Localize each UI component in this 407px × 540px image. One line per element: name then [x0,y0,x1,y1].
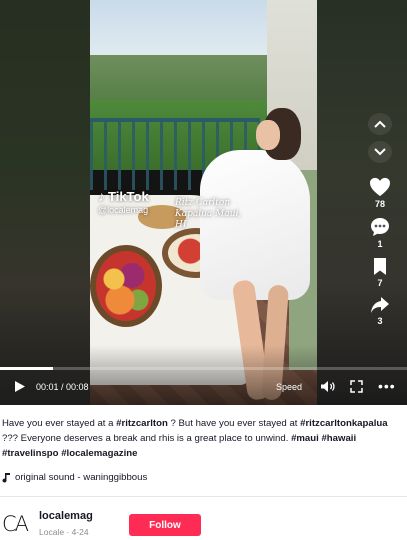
watermark-username: @localemag [98,205,149,215]
hashtag-link[interactable]: #ritzcarltonkapalua [300,418,387,429]
previous-video-button[interactable] [368,113,392,135]
like-button[interactable]: 78 [369,177,391,209]
video-overlay-caption: Ritz Carlton Kapalua Maui, HI [175,198,242,230]
watermark-logo-text: TikTok [108,188,149,204]
avatar[interactable]: CA [2,512,32,536]
tiktok-watermark: ♪ TikTok @localemag [98,188,149,215]
fullscreen-button[interactable] [350,380,363,395]
play-button[interactable] [14,380,26,395]
chevron-up-icon [374,120,386,128]
speed-button[interactable]: Speed [276,382,302,392]
video-controls: 00:01 / 00:08 Speed ••• [0,372,407,402]
hashtag-link[interactable]: #hawaii [321,433,356,444]
more-options-button[interactable]: ••• [378,378,396,394]
tiktok-logo-icon: ♪ [98,188,105,204]
volume-icon [321,381,335,392]
save-count: 7 [377,278,383,288]
avatar-logo: CA [2,512,29,536]
video-progress-fill [0,367,53,370]
share-button[interactable]: 3 [370,296,390,326]
play-icon [15,381,25,392]
comment-button[interactable]: 1 [370,217,390,249]
caption-text: Have you ever stayed at a [2,418,117,429]
video-progress-bar[interactable] [0,367,407,370]
hashtag-link[interactable]: #localemagazine [61,448,137,459]
share-arrow-icon [371,297,389,313]
volume-button[interactable] [320,380,336,395]
sound-link[interactable]: original sound - waninggibbous [2,472,147,483]
video-time: 00:01 / 00:08 [36,382,89,392]
sound-name: original sound - waninggibbous [15,472,148,483]
video-action-bar: 78 1 7 3 [363,113,397,326]
bookmark-icon [374,258,386,275]
chevron-down-icon [374,148,386,156]
author-meta: Locale · 4-24 [39,527,89,537]
next-video-button[interactable] [368,141,392,163]
scene-woman-face [256,120,280,150]
caption-text: ? But have you ever stayed at [167,418,301,429]
video-caption: Have you ever stayed at a #ritzcarlton ?… [2,416,406,461]
scene-fruit-platter [90,245,162,327]
share-count: 3 [377,316,383,326]
author-username[interactable]: localemag [39,510,93,522]
music-note-icon [2,473,10,483]
caption-text: ??? Everyone deserves a break and rhis i… [2,433,292,444]
comment-icon [371,218,389,236]
heart-icon [370,177,390,197]
save-button[interactable]: 7 [372,257,388,288]
follow-button[interactable]: Follow [129,514,201,536]
like-count: 78 [374,199,385,209]
author-section: CA localemag Locale · 4-24 Follow [2,508,406,540]
video-player[interactable]: ♪ TikTok @localemag Ritz Carlton Kapalua… [0,0,407,405]
hashtag-link[interactable]: #maui [291,433,319,444]
hashtag-link[interactable]: #ritzcarlton [116,418,168,429]
comment-count: 1 [377,239,383,249]
divider [0,496,407,497]
video-blur-backdrop-left [0,0,90,405]
fullscreen-icon [350,380,363,393]
hashtag-link[interactable]: #travelinspo [2,448,59,459]
